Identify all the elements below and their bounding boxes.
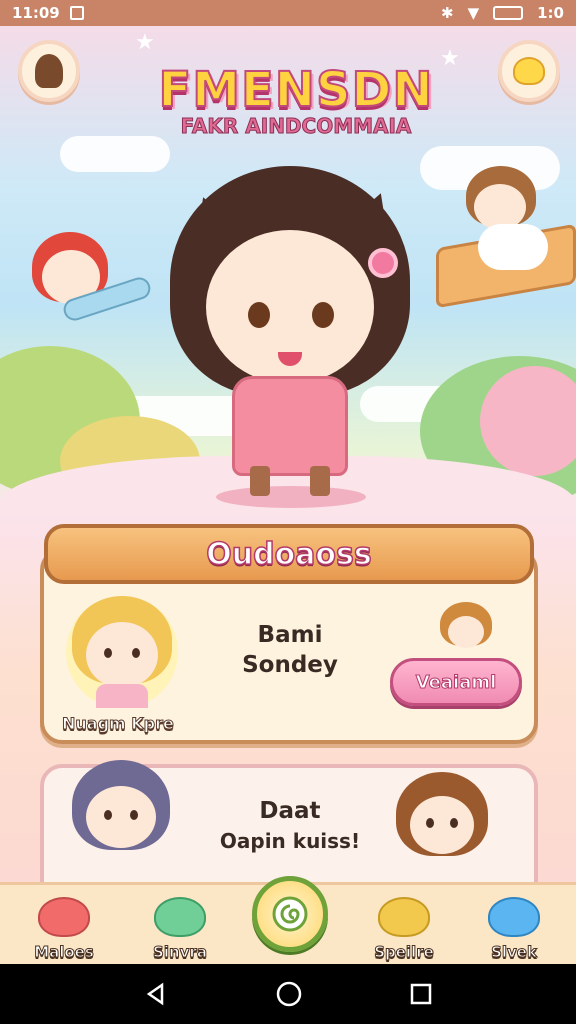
recents-icon[interactable] (410, 983, 432, 1005)
chicken-icon (513, 57, 545, 85)
star-icon: ★ (30, 512, 50, 516)
panel2-line-2: Oapin kuiss! (219, 829, 361, 853)
nav-label: Speilre (374, 943, 435, 962)
nav-label: Slvek (491, 943, 538, 962)
title-subtitle: FAKR AINDCOMMAIA (180, 114, 412, 139)
panel-header: Oudoaoss (44, 524, 534, 584)
back-icon[interactable] (144, 982, 168, 1006)
title-main: FMENSDN (157, 61, 434, 119)
nav-item-slvek[interactable]: Slvek (464, 885, 564, 967)
system-nav-bar (0, 964, 576, 1024)
nav-item-sinvra[interactable]: Sinvra (130, 885, 230, 967)
battery-icon (493, 6, 524, 20)
yellow-creature-icon (378, 897, 430, 937)
panel2-character-left (66, 760, 176, 870)
flower-icon (368, 248, 398, 278)
panel2-line-1: Daat (259, 798, 321, 824)
pink-action-button[interactable]: Veaiaml (390, 658, 522, 706)
home-icon[interactable] (276, 981, 302, 1007)
cloud (60, 136, 170, 172)
panel-character-portrait (66, 596, 178, 708)
wifi-icon: ▼ (467, 4, 480, 22)
character-name: Nuagm Kpre (62, 714, 175, 734)
star-icon: ★ (135, 30, 155, 55)
panel-header-text: Oudoaoss (205, 536, 372, 573)
panel-line-2: Sondey (242, 652, 338, 678)
clock: 11:09 (12, 4, 60, 22)
mini-character (436, 602, 496, 658)
swirl-icon (272, 896, 308, 932)
battery-percent: 1:0 (537, 4, 564, 22)
status-bar: 11:09 ✱ ▼ 1:0 (0, 0, 576, 26)
center-play-button[interactable] (252, 876, 328, 952)
notification-icon (69, 6, 84, 20)
panel2-info: Daat Oapin kuiss! (200, 796, 380, 856)
red-creature-icon (38, 897, 90, 937)
blue-creature-icon (488, 897, 540, 937)
bluetooth-icon: ✱ (441, 4, 454, 22)
chicken-button[interactable] (498, 40, 560, 102)
main-character (160, 166, 420, 508)
panel-line-1: Bami (257, 622, 323, 648)
panel2-character-right (392, 772, 492, 872)
pink-button-label: Veaiaml (415, 671, 497, 693)
panel-info: Bami Sondey (220, 620, 360, 680)
floating-character-left (22, 228, 154, 348)
profile-icon (35, 54, 63, 88)
nav-item-speilre[interactable]: Speilre (354, 885, 454, 967)
nav-label: Maloes (34, 943, 95, 962)
profile-button[interactable] (18, 40, 80, 102)
game-title: FMENSDN FAKR AINDCOMMAIA (96, 61, 496, 139)
nav-item-maloes[interactable]: Maloes (14, 885, 114, 967)
floating-character-right (436, 166, 576, 316)
nav-label: Sinvra (153, 943, 208, 962)
green-creature-icon (154, 897, 206, 937)
